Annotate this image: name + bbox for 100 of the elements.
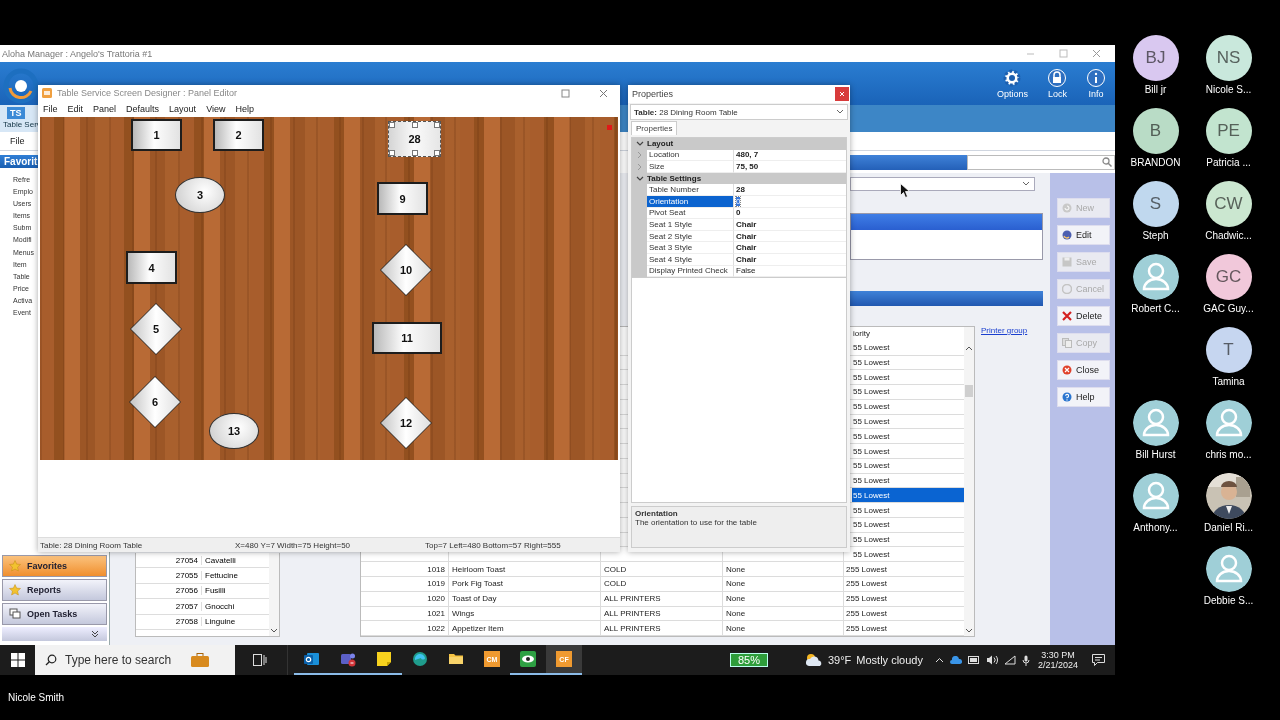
menu-item[interactable]: Defaults xyxy=(126,104,160,114)
table-cell[interactable]: 55 Lowest xyxy=(852,340,964,355)
table-cell[interactable]: 255 Lowest xyxy=(844,621,964,636)
property-name[interactable]: Location xyxy=(647,149,734,162)
property-value[interactable]: 0 xyxy=(736,196,741,206)
property-value[interactable]: Chair xyxy=(736,219,757,229)
table-cell[interactable]: 55 Lowest xyxy=(852,532,964,547)
search-field[interactable]: Type here to search xyxy=(63,652,185,668)
property-name[interactable]: Pivot Seat xyxy=(647,207,734,220)
weather-text[interactable]: Mostly cloudy xyxy=(856,654,923,666)
menu-item[interactable]: Edit xyxy=(67,104,84,114)
wifi-icon[interactable] xyxy=(1003,655,1016,665)
table-shape[interactable]: 10 xyxy=(380,244,432,296)
table-shape[interactable]: 13 xyxy=(209,413,259,449)
property-value[interactable]: 480, 7 xyxy=(736,150,759,160)
table-cell[interactable]: 55 Lowest xyxy=(852,444,964,458)
table-cell[interactable]: 55 Lowest xyxy=(852,429,964,444)
table-cell[interactable]: 55 Lowest xyxy=(852,547,964,562)
table-shape[interactable]: 2 xyxy=(213,119,264,151)
clock-date[interactable]: 2/21/2024 xyxy=(1037,660,1078,670)
action-button[interactable]: Close xyxy=(1057,360,1110,380)
search-field[interactable] xyxy=(967,154,1115,170)
speaker-icon[interactable] xyxy=(985,655,998,665)
nav-button[interactable]: Open Tasks xyxy=(2,603,107,625)
table-cell[interactable]: 255 Lowest xyxy=(844,577,964,591)
toolbar-button[interactable]: Lock xyxy=(1044,68,1071,99)
table-cell[interactable]: 55 Lowest xyxy=(852,414,964,429)
chevron-down-icon[interactable] xyxy=(270,628,278,634)
action-button[interactable]: Help xyxy=(1057,387,1110,407)
close-button[interactable] xyxy=(835,87,849,101)
chevron-down-icon[interactable] xyxy=(965,628,973,634)
table-cell[interactable]: 55 Lowest xyxy=(852,355,964,370)
notification-icon[interactable] xyxy=(1092,654,1105,666)
battery-icon[interactable] xyxy=(967,656,980,664)
menu-item[interactable]: Panel xyxy=(93,104,117,114)
table-shape[interactable]: 11 xyxy=(372,322,442,354)
task-view-icon[interactable] xyxy=(253,654,267,666)
property-name[interactable]: Seat 1 Style xyxy=(647,219,734,231)
menu-item[interactable]: File xyxy=(10,136,25,146)
table-cell[interactable]: 55 Lowest xyxy=(852,503,964,517)
table-cell[interactable]: 55 Lowest xyxy=(852,458,964,473)
action-button[interactable]: Edit xyxy=(1057,225,1110,245)
property-value[interactable]: Chair xyxy=(736,243,757,253)
search-box[interactable]: Type here to search xyxy=(35,645,235,675)
table-cell[interactable]: 55 Lowest xyxy=(852,399,964,414)
table-cell[interactable]: 255 Lowest xyxy=(844,606,964,621)
dropdown-field[interactable] xyxy=(850,177,1035,191)
table-shape[interactable]: 6 xyxy=(129,376,181,428)
printer-group-link[interactable]: Printer group xyxy=(981,326,1028,335)
cloud-icon[interactable] xyxy=(803,653,824,667)
table-shape[interactable]: 12 xyxy=(380,397,432,449)
table-cell[interactable]: 55 Lowest xyxy=(852,385,964,399)
scrollbar-thumb[interactable] xyxy=(965,385,973,397)
property-name[interactable]: Seat 3 Style xyxy=(647,242,734,254)
toolbar-button[interactable]: Info xyxy=(1083,68,1109,99)
participant-name: Nicole S... xyxy=(1205,84,1252,95)
column-header[interactable]: iority xyxy=(852,327,964,341)
table-shape[interactable]: 4 xyxy=(126,251,177,284)
temperature-text[interactable]: 39°F xyxy=(827,654,852,666)
table-cell[interactable]: 255 Lowest xyxy=(844,562,964,576)
object-dropdown[interactable]: Table: 28 Dining Room Table xyxy=(630,104,848,120)
toolbar-button[interactable]: Options xyxy=(992,68,1032,99)
table-cell[interactable]: 255 Lowest xyxy=(844,591,964,606)
property-name[interactable]: Size xyxy=(647,161,734,173)
property-value[interactable]: 28 xyxy=(736,185,745,195)
microphone-icon[interactable] xyxy=(1021,654,1030,666)
close-icon[interactable] xyxy=(599,88,608,98)
table-shape[interactable]: 9 xyxy=(377,182,428,215)
participant-name: Daniel Ri... xyxy=(1204,522,1253,533)
menu-item[interactable]: Help xyxy=(235,104,254,114)
windows-icon[interactable] xyxy=(11,653,25,667)
table-cell[interactable]: 55 Lowest xyxy=(852,488,964,503)
property-name[interactable]: Seat 2 Style xyxy=(647,230,734,243)
property-value[interactable]: Chair xyxy=(736,254,757,264)
menu-item[interactable]: Layout xyxy=(169,104,197,114)
property-value[interactable]: Chair xyxy=(736,231,757,241)
property-value[interactable]: 75, 50 xyxy=(736,162,759,171)
table-shape[interactable]: 5 xyxy=(130,303,182,355)
table-cell[interactable]: 55 Lowest xyxy=(852,517,964,532)
property-value[interactable]: 0 xyxy=(736,208,741,218)
property-name[interactable]: Seat 4 Style xyxy=(647,253,734,266)
table-cell[interactable]: 55 Lowest xyxy=(852,473,964,488)
clock-time[interactable]: 3:30 PM xyxy=(1041,650,1075,660)
property-value[interactable]: False xyxy=(736,266,756,276)
list-box[interactable] xyxy=(850,213,1043,260)
menu-item[interactable]: View xyxy=(206,104,226,114)
action-button[interactable]: Delete xyxy=(1057,306,1110,326)
property-name[interactable]: Table Number xyxy=(647,184,734,196)
chevron-up-icon[interactable] xyxy=(965,345,973,351)
nav-button[interactable]: Favorites xyxy=(2,555,107,577)
tab[interactable]: Properties xyxy=(631,121,678,135)
nav-button[interactable]: Reports xyxy=(2,579,107,601)
table-cell[interactable]: 55 Lowest xyxy=(852,370,964,385)
menu-item[interactable]: File xyxy=(43,104,58,114)
property-name[interactable]: Display Printed Check xyxy=(647,265,734,278)
battery-indicator[interactable]: 85% xyxy=(729,653,768,667)
table-shape[interactable]: 28 xyxy=(388,121,441,157)
table-shape[interactable]: 3 xyxy=(175,177,225,213)
table-shape[interactable]: 1 xyxy=(131,119,182,151)
close-icon[interactable] xyxy=(1092,49,1101,58)
